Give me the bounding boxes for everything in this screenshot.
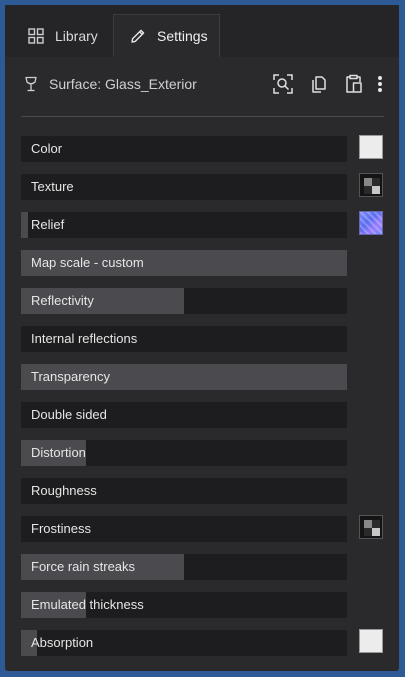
property-row[interactable]: Double sided	[21, 402, 347, 428]
surface-header: Surface: Glass_Exterior	[5, 57, 399, 109]
material-settings-panel: Library Settings Surface: Glass_Exterior	[5, 5, 399, 671]
property-row[interactable]: Texture	[21, 174, 347, 200]
property-label: Distortion	[31, 445, 86, 460]
normal-map-thumbnail[interactable]	[359, 211, 383, 235]
tab-settings-label: Settings	[157, 28, 208, 44]
property-label: Internal reflections	[31, 331, 138, 346]
goblet-icon	[24, 76, 38, 92]
zoom-fit-icon[interactable]	[272, 73, 294, 95]
property-row[interactable]: Absorption	[21, 630, 347, 656]
property-row[interactable]: Distortion	[21, 440, 347, 466]
more-vertical-icon[interactable]	[373, 73, 387, 95]
property-label: Roughness	[31, 483, 97, 498]
texture-slot[interactable]	[359, 173, 383, 197]
tab-library[interactable]: Library	[13, 14, 113, 57]
property-row[interactable]: Frostiness	[21, 516, 347, 542]
grid-icon	[28, 27, 44, 44]
texture-slot[interactable]	[359, 515, 383, 539]
property-label: Emulated thickness	[31, 597, 144, 612]
property-label: Color	[31, 141, 63, 156]
property-row[interactable]: Transparency	[21, 364, 347, 390]
property-row[interactable]: Color	[21, 136, 347, 162]
property-row[interactable]: Internal reflections	[21, 326, 347, 352]
paste-icon[interactable]	[343, 73, 365, 95]
header-divider	[21, 116, 384, 117]
property-label: Map scale - custom	[31, 255, 144, 270]
property-label: Relief	[31, 217, 65, 232]
color-swatch[interactable]	[359, 629, 383, 653]
tab-settings[interactable]: Settings	[113, 14, 220, 57]
color-swatch[interactable]	[359, 135, 383, 159]
property-row[interactable]: Force rain streaks	[21, 554, 347, 580]
property-row[interactable]: Reflectivity	[21, 288, 347, 314]
property-row[interactable]: Relief	[21, 212, 347, 238]
property-label: Frostiness	[31, 521, 91, 536]
property-row[interactable]: Emulated thickness	[21, 592, 347, 618]
property-label: Reflectivity	[31, 293, 94, 308]
property-row[interactable]: Roughness	[21, 478, 347, 504]
property-label: Transparency	[31, 369, 110, 384]
surface-name: Surface: Glass_Exterior	[49, 76, 197, 92]
property-label: Force rain streaks	[31, 559, 136, 574]
tab-library-label: Library	[55, 27, 98, 44]
property-row[interactable]: Map scale - custom	[21, 250, 347, 276]
property-label: Double sided	[31, 407, 107, 422]
pencil-icon	[130, 28, 146, 44]
tab-bar: Library Settings	[5, 5, 399, 57]
property-label: Absorption	[31, 635, 94, 650]
property-level-fill	[21, 212, 28, 238]
property-label: Texture	[31, 179, 74, 194]
copy-icon[interactable]	[308, 73, 330, 95]
